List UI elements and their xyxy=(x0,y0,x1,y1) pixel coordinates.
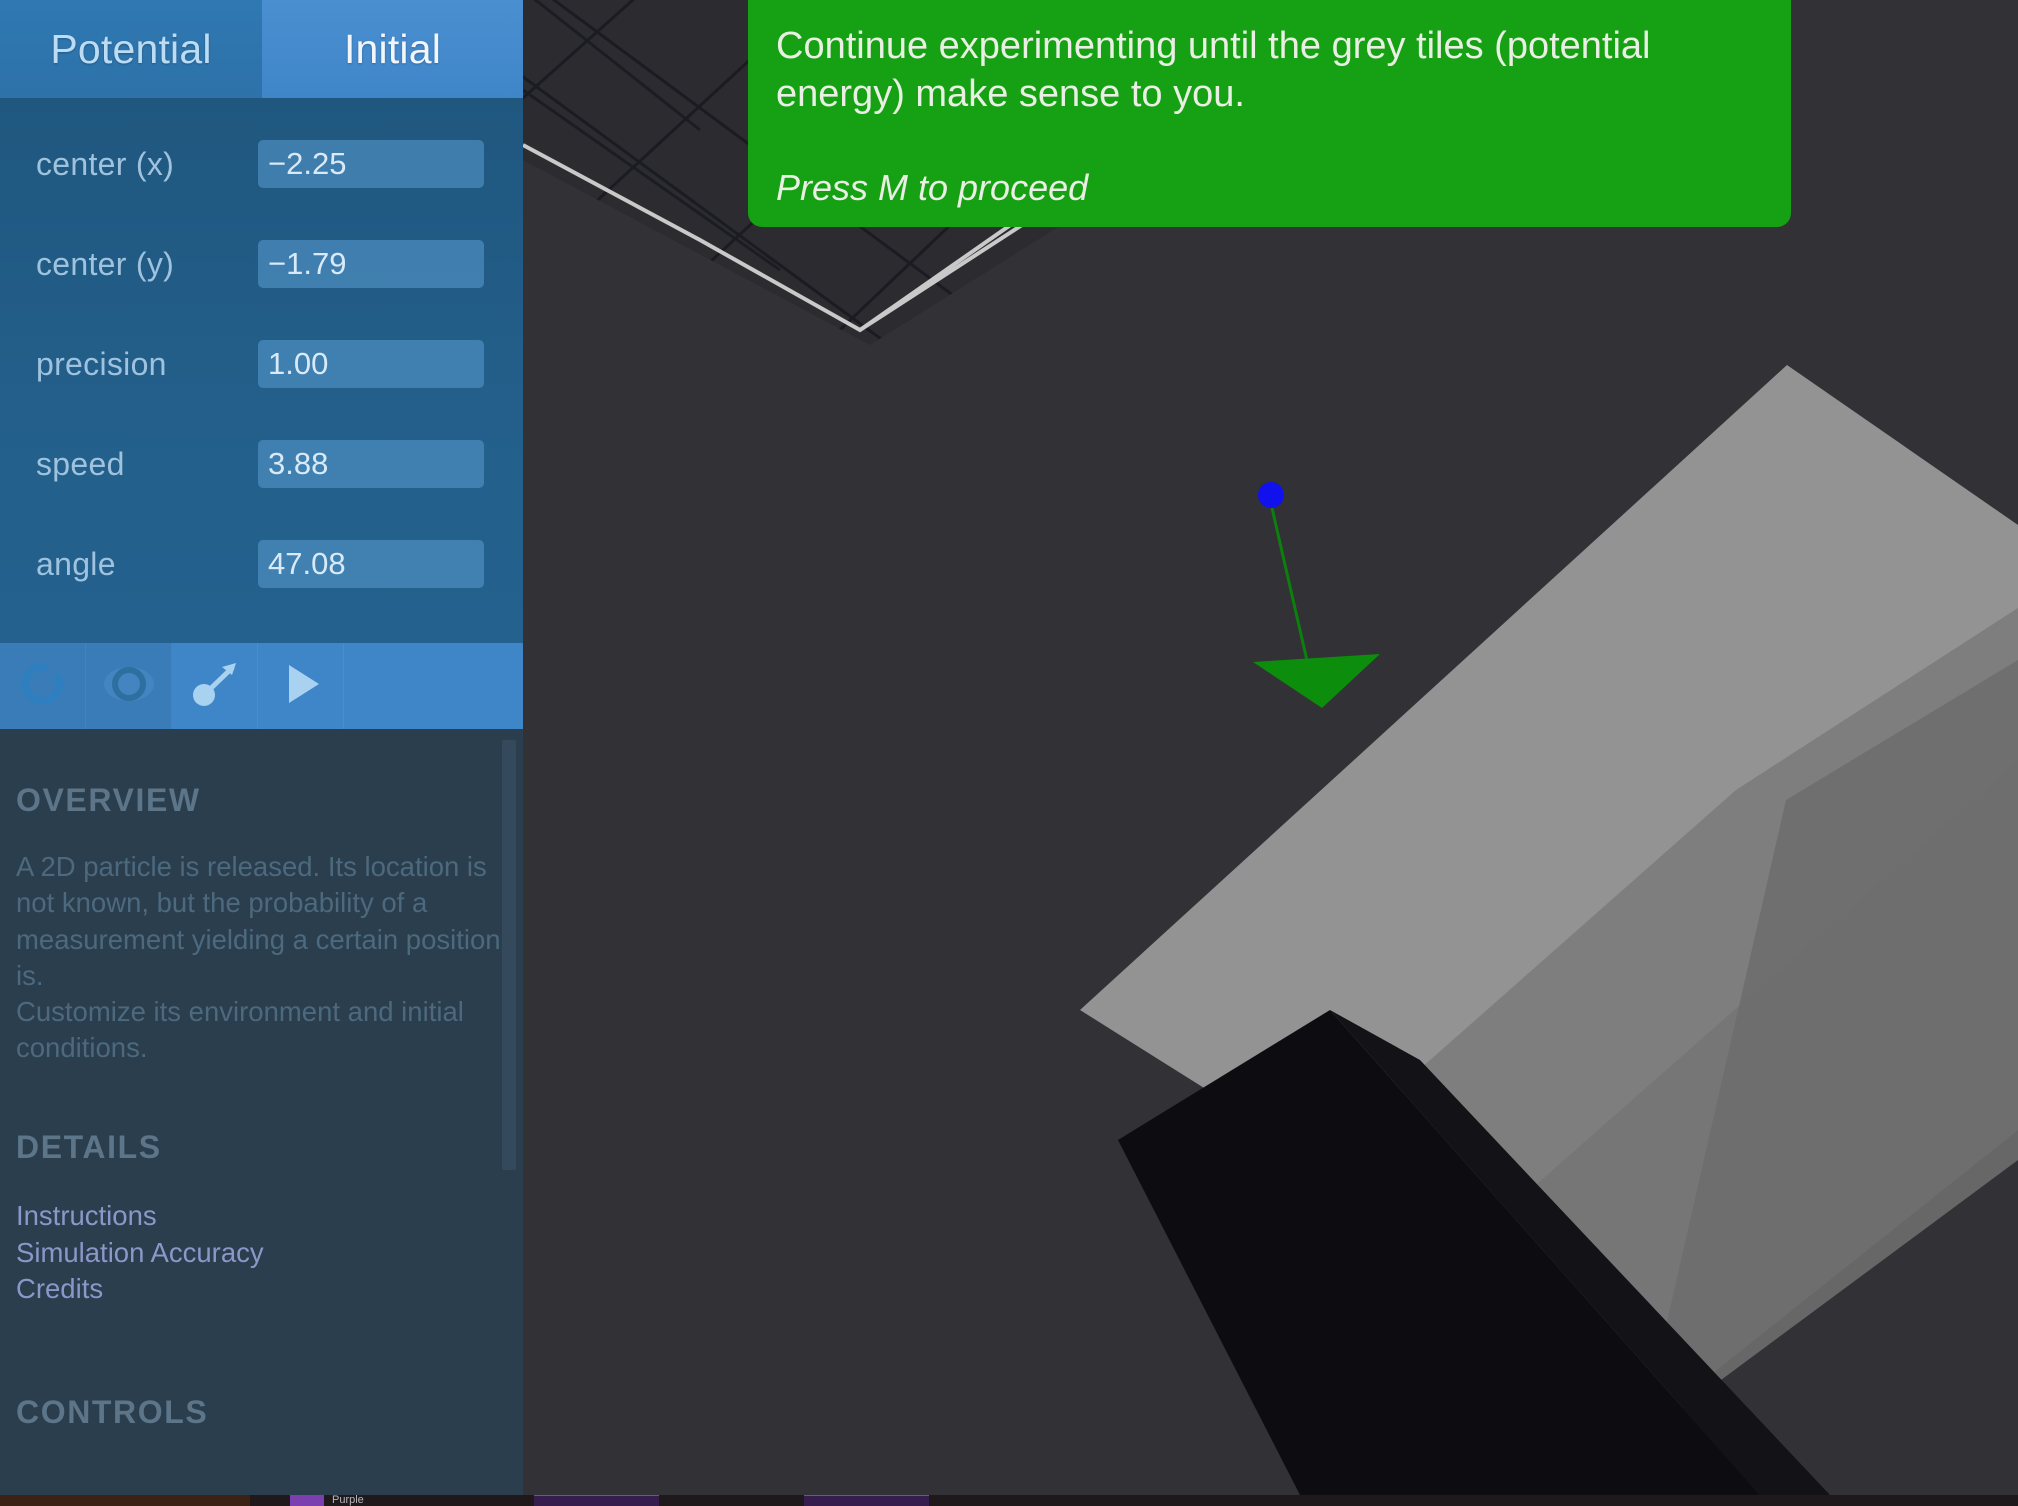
application-window: Continue experimenting until the grey ti… xyxy=(0,0,2018,1506)
link-credits[interactable]: Credits xyxy=(16,1271,507,1308)
banner-hint: Press M to proceed xyxy=(776,166,1089,208)
overview-body: A 2D particle is released. Its location … xyxy=(16,851,501,1064)
tab-potential[interactable]: Potential xyxy=(0,0,262,98)
taskbar-item-2[interactable] xyxy=(803,1495,929,1506)
taskbar-item-1[interactable] xyxy=(533,1495,659,1506)
banner-message: Continue experimenting until the grey ti… xyxy=(776,25,1651,116)
param-label-precision: precision xyxy=(36,345,167,382)
panel-scrollbar-thumb[interactable] xyxy=(502,740,516,1170)
param-input-angle[interactable] xyxy=(258,540,484,588)
param-label-center-x: center (x) xyxy=(36,145,175,182)
toolbar-filler xyxy=(344,643,523,729)
param-row-center-x: center (x) xyxy=(0,114,523,214)
instruction-banner: Continue experimenting until the grey ti… xyxy=(748,0,1791,227)
link-simulation-accuracy[interactable]: Simulation Accuracy xyxy=(16,1235,507,1272)
reset-button[interactable] xyxy=(0,643,86,729)
target-icon xyxy=(103,658,155,715)
particle-velocity-icon xyxy=(188,657,242,716)
param-row-speed: speed xyxy=(0,414,523,514)
link-instructions[interactable]: Instructions xyxy=(16,1198,507,1235)
reset-icon xyxy=(18,659,68,714)
info-section: OVERVIEW A 2D particle is released. Its … xyxy=(0,729,523,1495)
param-input-center-x[interactable] xyxy=(258,140,484,188)
param-input-speed[interactable] xyxy=(258,440,484,488)
taskbar-app-name: Purple xyxy=(332,1495,364,1506)
taskbar-gap-3 xyxy=(658,1495,804,1506)
os-taskbar[interactable]: Purple xyxy=(0,1495,2018,1506)
particle-marker[interactable] xyxy=(1258,482,1284,508)
particle-velocity-button[interactable] xyxy=(172,643,258,729)
taskbar-gap-2 xyxy=(363,1495,534,1506)
taskbar-segment-left xyxy=(0,1495,250,1506)
param-input-center-y[interactable] xyxy=(258,240,484,288)
overview-heading: OVERVIEW xyxy=(16,782,201,818)
param-row-angle: angle xyxy=(0,514,523,614)
panel-tabs: Potential Initial xyxy=(0,0,523,98)
control-panel: Potential Initial center (x) center (y) … xyxy=(0,0,523,1495)
controls-heading: CONTROLS xyxy=(16,1394,209,1431)
taskbar-gap-4 xyxy=(928,1495,2018,1506)
panel-toolbar xyxy=(0,643,523,729)
param-label-angle: angle xyxy=(36,545,116,582)
tab-initial-label: Initial xyxy=(343,25,442,72)
parameter-form: center (x) center (y) precision speed an… xyxy=(0,98,523,643)
play-button[interactable] xyxy=(258,643,344,729)
target-button[interactable] xyxy=(86,643,172,729)
param-input-precision[interactable] xyxy=(258,340,484,388)
param-row-center-y: center (y) xyxy=(0,214,523,314)
details-heading: DETAILS xyxy=(16,1128,162,1165)
taskbar-app-icon[interactable] xyxy=(290,1495,324,1506)
play-icon xyxy=(276,659,326,714)
tab-initial[interactable]: Initial xyxy=(262,0,523,98)
param-label-center-y: center (y) xyxy=(36,245,175,282)
param-label-speed: speed xyxy=(36,445,125,482)
param-row-precision: precision xyxy=(0,314,523,414)
tab-potential-label: Potential xyxy=(50,25,212,72)
taskbar-gap-1 xyxy=(250,1495,290,1506)
details-link-list: Instructions Simulation Accuracy Credits xyxy=(16,1166,507,1309)
